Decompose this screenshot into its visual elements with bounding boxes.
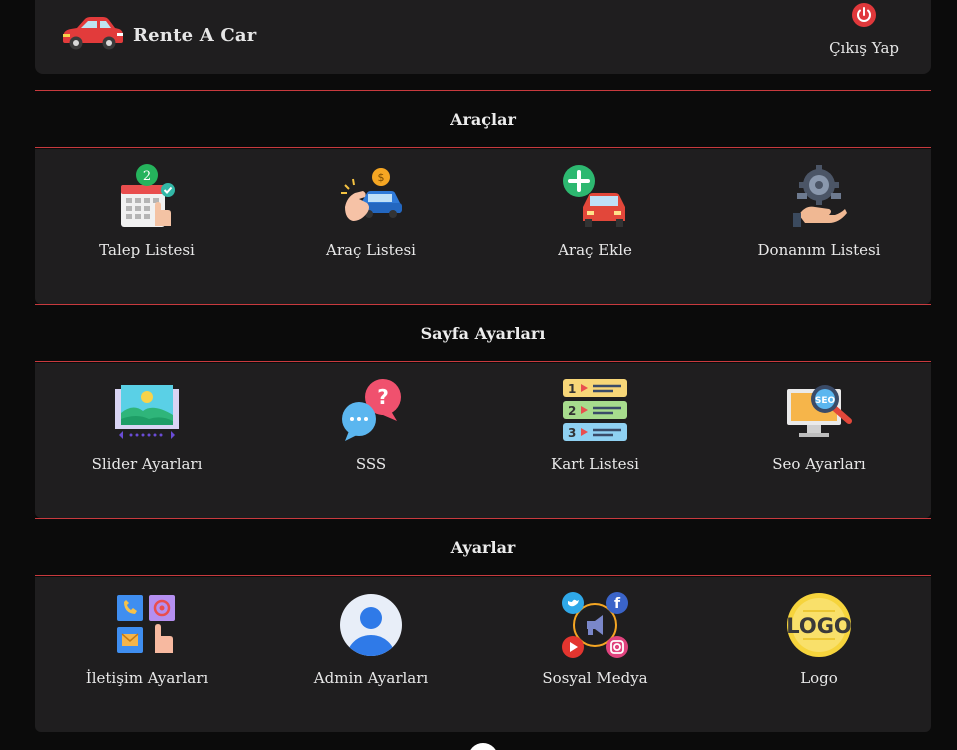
admin-user-icon: [337, 591, 405, 659]
tile-label: Sosyal Medya: [542, 669, 648, 687]
image-slider-icon: [113, 377, 181, 445]
car-price-icon: $: [337, 163, 405, 231]
power-icon: [851, 2, 877, 32]
tile-label: Logo: [800, 669, 838, 687]
panel-ayarlar: İletişim Ayarları Admin Ayarları f Sosya…: [35, 577, 931, 732]
tile-label: Araç Listesi: [326, 241, 416, 259]
tile-label: Slider Ayarları: [91, 455, 203, 473]
tile-arac-ekle[interactable]: Araç Ekle: [483, 149, 707, 304]
tile-admin-ayarlari[interactable]: Admin Ayarları: [259, 577, 483, 732]
tile-seo-ayarlari[interactable]: SEO Seo Ayarları: [707, 363, 931, 518]
add-car-icon: [561, 163, 629, 231]
tile-label: SSS: [355, 455, 387, 473]
calendar-request-icon: 2: [113, 163, 181, 231]
panel-araclar: 2 Talep Listesi $ Araç Listesi Araç Ekle…: [35, 149, 931, 304]
tile-label: Admin Ayarları: [313, 669, 429, 687]
svg-text:$: $: [378, 171, 385, 184]
svg-text:1: 1: [568, 382, 576, 396]
gear-hardware-icon: [785, 163, 853, 231]
tile-talep-listesi[interactable]: 2 Talep Listesi: [35, 149, 259, 304]
seo-search-icon: SEO: [785, 377, 853, 445]
svg-text:2: 2: [568, 404, 576, 418]
numbered-list-icon: 1 2 3: [561, 377, 629, 445]
car-logo-icon: [59, 14, 125, 56]
section-title: Araçlar: [450, 109, 516, 129]
tile-label: Talep Listesi: [99, 241, 195, 259]
tile-iletisim-ayarlari[interactable]: İletişim Ayarları: [35, 577, 259, 732]
section-title: Ayarlar: [450, 537, 516, 557]
section-title: Sayfa Ayarları: [420, 323, 546, 343]
svg-text:?: ?: [377, 385, 389, 409]
svg-text:3: 3: [568, 426, 576, 440]
brand-title: Rente A Car: [133, 24, 257, 46]
tile-arac-listesi[interactable]: $ Araç Listesi: [259, 149, 483, 304]
brand-link[interactable]: Rente A Car: [59, 14, 256, 56]
social-media-icon: f: [561, 591, 629, 659]
svg-text:f: f: [614, 596, 621, 612]
tile-logo[interactable]: LOGO Logo: [707, 577, 931, 732]
tile-slider-ayarlari[interactable]: Slider Ayarları: [35, 363, 259, 518]
tile-label: Araç Ekle: [558, 241, 632, 259]
tile-kart-listesi[interactable]: 1 2 3 Kart Listesi: [483, 363, 707, 518]
request-count-badge: 2: [143, 169, 151, 184]
top-header: Rente A Car Çıkış Yap: [35, 0, 931, 74]
logo-icon: LOGO: [785, 591, 853, 659]
faq-chat-icon: ?: [337, 377, 405, 445]
section-header-sayfa-ayarlari: Sayfa Ayarları: [35, 304, 931, 362]
section-header-ayarlar: Ayarlar: [35, 518, 931, 576]
contact-icon: [113, 591, 181, 659]
tile-label: Donanım Listesi: [757, 241, 881, 259]
tile-label: İletişim Ayarları: [85, 669, 209, 687]
logout-label: Çıkış Yap: [829, 39, 899, 57]
tile-label: Seo Ayarları: [772, 455, 866, 473]
logout-button[interactable]: Çıkış Yap: [829, 2, 899, 57]
svg-text:LOGO: LOGO: [786, 614, 852, 638]
scroll-to-top-button[interactable]: [468, 743, 498, 750]
tile-sosyal-medya[interactable]: f Sosyal Medya: [483, 577, 707, 732]
section-header-araclar: Araçlar: [35, 90, 931, 148]
svg-text:SEO: SEO: [815, 396, 836, 406]
tile-label: Kart Listesi: [551, 455, 639, 473]
tile-sss[interactable]: ? SSS: [259, 363, 483, 518]
tile-donanim-listesi[interactable]: Donanım Listesi: [707, 149, 931, 304]
panel-sayfa-ayarlari: Slider Ayarları ? SSS 1 2 3 Kart Listesi S…: [35, 363, 931, 518]
